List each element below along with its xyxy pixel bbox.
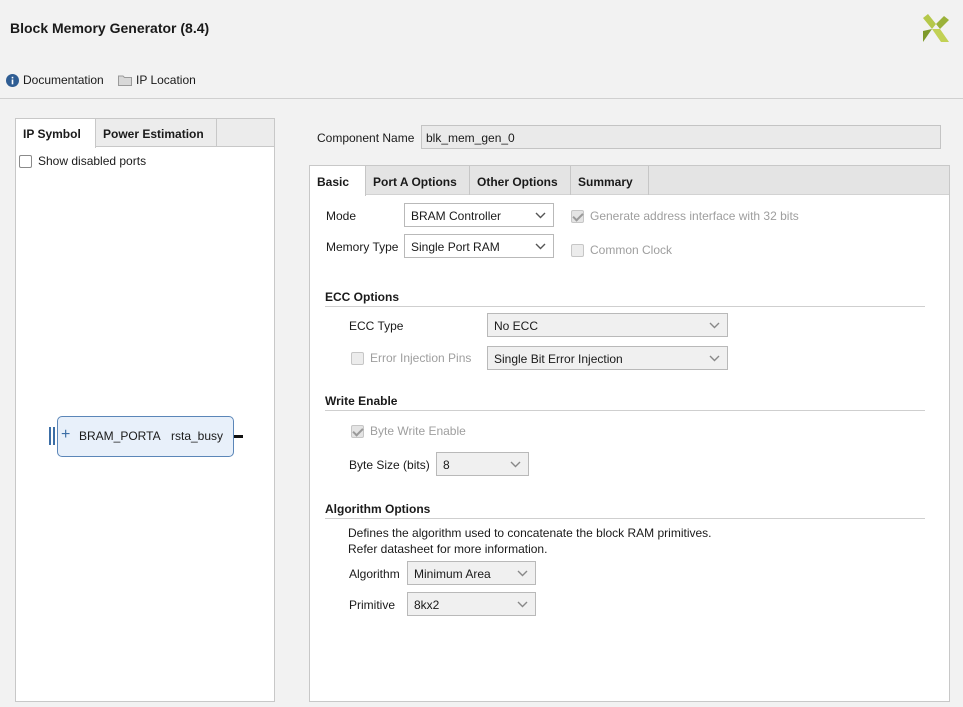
byte-size-select[interactable]: 8 <box>436 452 529 476</box>
bus-interface-icon <box>49 427 56 445</box>
checkbox-box[interactable] <box>571 243 584 257</box>
ecc-type-select[interactable]: No ECC <box>487 313 728 337</box>
ecc-options-title: ECC Options <box>325 290 399 304</box>
byte-write-enable-checkbox[interactable]: Byte Write Enable <box>351 424 466 438</box>
checkbox-box[interactable] <box>571 209 584 223</box>
tab-ip-symbol[interactable]: IP Symbol <box>16 119 96 148</box>
section-divider <box>325 410 925 411</box>
chevron-down-icon <box>517 570 528 577</box>
tab-basic[interactable]: Basic <box>310 166 366 196</box>
mode-label: Mode <box>326 209 357 223</box>
port-bram-porta: BRAM_PORTA <box>79 429 161 443</box>
tab-power-estimation[interactable]: Power Estimation <box>96 119 217 147</box>
documentation-label: Documentation <box>23 73 104 87</box>
toolbar: Documentation IP Location <box>0 70 963 96</box>
header-divider <box>0 98 963 99</box>
write-enable-title: Write Enable <box>325 394 398 408</box>
chevron-down-icon <box>510 461 521 468</box>
generate-address-checkbox[interactable]: Generate address interface with 32 bits <box>571 209 799 223</box>
algorithm-options-title: Algorithm Options <box>325 502 431 516</box>
byte-write-enable-label: Byte Write Enable <box>370 424 466 438</box>
primitive-value: 8kx2 <box>414 598 440 612</box>
ecc-type-label: ECC Type <box>349 319 404 333</box>
byte-size-value: 8 <box>443 458 450 472</box>
chevron-down-icon <box>535 243 546 250</box>
chevron-down-icon <box>709 355 720 362</box>
common-clock-checkbox[interactable]: Common Clock <box>571 243 672 257</box>
component-name-input[interactable]: blk_mem_gen_0 <box>421 125 941 149</box>
error-injection-value: Single Bit Error Injection <box>494 352 623 366</box>
folder-icon <box>118 75 132 86</box>
algorithm-description-line1: Defines the algorithm used to concatenat… <box>348 526 712 540</box>
tab-summary[interactable]: Summary <box>571 166 649 195</box>
algorithm-label: Algorithm <box>349 567 400 581</box>
chevron-down-icon <box>709 322 720 329</box>
chevron-down-icon <box>517 601 528 608</box>
left-tab-bar: IP Symbol Power Estimation <box>16 119 274 148</box>
expand-plus-icon[interactable]: + <box>61 426 70 444</box>
algorithm-select[interactable]: Minimum Area <box>407 561 536 585</box>
mode-value: BRAM Controller <box>411 209 502 223</box>
mode-select[interactable]: BRAM Controller <box>404 203 554 227</box>
error-injection-select[interactable]: Single Bit Error Injection <box>487 346 728 370</box>
checkbox-box[interactable] <box>351 351 364 365</box>
info-icon <box>6 73 19 87</box>
generate-address-label: Generate address interface with 32 bits <box>590 209 799 223</box>
ip-symbol-panel: IP Symbol Power Estimation Show disabled… <box>15 118 275 702</box>
error-injection-label: Error Injection Pins <box>370 351 472 365</box>
primitive-select[interactable]: 8kx2 <box>407 592 536 616</box>
ip-location-link[interactable]: IP Location <box>118 73 196 87</box>
documentation-link[interactable]: Documentation <box>6 73 104 87</box>
window-title: Block Memory Generator (8.4) <box>10 20 210 36</box>
memory-type-select[interactable]: Single Port RAM <box>404 234 554 258</box>
memory-type-label: Memory Type <box>326 240 399 254</box>
config-panel: Basic Port A Options Other Options Summa… <box>309 165 950 702</box>
primitive-label: Primitive <box>349 598 396 612</box>
algorithm-description-line2: Refer datasheet for more information. <box>348 542 548 556</box>
error-injection-checkbox[interactable]: Error Injection Pins <box>351 351 471 365</box>
tab-other-options[interactable]: Other Options <box>470 166 571 195</box>
show-disabled-ports-checkbox[interactable]: Show disabled ports <box>19 154 146 168</box>
port-rsta-busy: rsta_busy <box>171 429 224 443</box>
show-disabled-ports-label: Show disabled ports <box>38 154 147 168</box>
section-divider <box>325 518 925 519</box>
ecc-type-value: No ECC <box>494 319 539 333</box>
byte-size-label: Byte Size (bits) <box>349 458 430 472</box>
checkbox-box[interactable] <box>19 154 32 168</box>
tab-port-a-options[interactable]: Port A Options <box>366 166 470 195</box>
ip-location-label: IP Location <box>136 73 196 87</box>
common-clock-label: Common Clock <box>590 243 673 257</box>
xilinx-logo <box>923 14 949 42</box>
config-tab-bar: Basic Port A Options Other Options Summa… <box>310 166 949 196</box>
component-name-label: Component Name <box>317 131 415 145</box>
output-pin <box>234 435 243 438</box>
memory-type-value: Single Port RAM <box>411 240 500 254</box>
algorithm-value: Minimum Area <box>414 567 491 581</box>
section-divider <box>325 306 925 307</box>
checkbox-box[interactable] <box>351 424 364 438</box>
chevron-down-icon <box>535 212 546 219</box>
